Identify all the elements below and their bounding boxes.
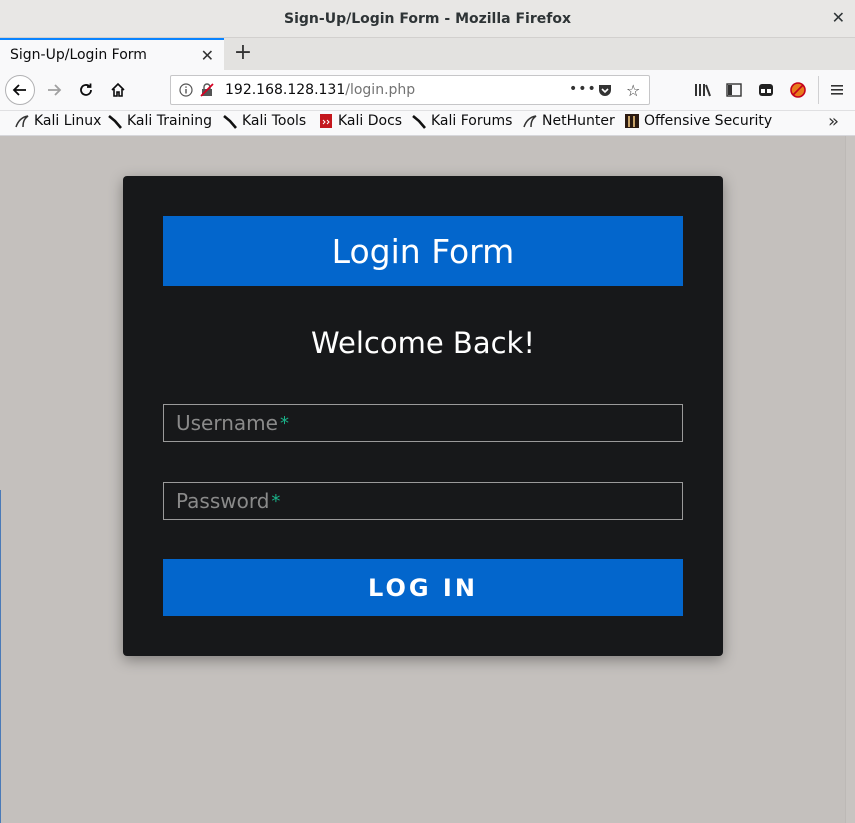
welcome-heading: Welcome Back! xyxy=(311,326,535,360)
reload-button[interactable] xyxy=(71,75,101,105)
bookmark-label: Offensive Security xyxy=(644,113,773,129)
home-icon xyxy=(111,82,125,97)
toolbar-separator xyxy=(818,76,819,104)
back-arrow-icon xyxy=(12,84,26,96)
tab-label: Sign-Up/Login Form xyxy=(10,47,147,63)
library-icon[interactable] xyxy=(693,80,713,100)
forward-arrow-icon xyxy=(48,84,62,96)
pocket-icon[interactable] xyxy=(597,82,613,102)
page-actions-icon[interactable]: ••• xyxy=(569,81,597,97)
new-tab-icon[interactable]: + xyxy=(232,40,254,66)
required-asterisk: * xyxy=(271,490,281,512)
bookmark-offensive-security[interactable]: Offensive Security xyxy=(624,113,772,129)
form-title: Login Form xyxy=(331,231,515,271)
tab-strip: Sign-Up/Login Form ✕ + xyxy=(0,38,855,70)
bookmark-star-icon[interactable]: ☆ xyxy=(626,81,640,100)
bookmark-kali-docs[interactable]: Kali Docs xyxy=(318,113,402,129)
bookmark-label: Kali Tools xyxy=(242,113,307,129)
kali-tool-icon xyxy=(222,113,238,129)
kali-docs-icon xyxy=(318,113,334,129)
required-asterisk: * xyxy=(279,412,289,434)
url-path: /login.php xyxy=(345,82,416,98)
username-input[interactable]: Username * xyxy=(163,404,683,442)
bookmark-label: Kali Training xyxy=(127,113,212,129)
url-host: 192.168.128.131 xyxy=(225,82,346,98)
forward-button[interactable] xyxy=(39,75,69,105)
sidebar-icon[interactable] xyxy=(724,80,744,100)
tab-active[interactable]: Sign-Up/Login Form ✕ xyxy=(0,38,224,70)
navigation-bar: 192.168.128.131/login.php ••• ☆ xyxy=(0,70,855,111)
bookmarks-overflow-icon[interactable]: » xyxy=(828,111,839,132)
home-button[interactable] xyxy=(103,75,133,105)
url-text[interactable]: 192.168.128.131/login.php xyxy=(225,82,415,98)
reload-icon xyxy=(80,83,92,96)
hamburger-menu-icon[interactable] xyxy=(827,80,847,100)
tab-containers-icon[interactable] xyxy=(756,80,776,100)
window-close-icon[interactable]: ✕ xyxy=(832,8,845,27)
offsec-icon xyxy=(624,113,640,129)
password-placeholder: Password xyxy=(176,489,270,513)
bookmark-kali-linux[interactable]: Kali Linux xyxy=(14,113,101,129)
back-button[interactable] xyxy=(5,75,35,105)
bookmark-label: Kali Linux xyxy=(34,113,102,129)
window-title: Sign-Up/Login Form - Mozilla Firefox xyxy=(284,10,571,27)
scrollbar[interactable] xyxy=(845,136,855,823)
url-bar[interactable]: 192.168.128.131/login.php ••• ☆ xyxy=(170,75,650,105)
extension-blocked-icon[interactable] xyxy=(788,80,808,100)
bookmark-kali-training[interactable]: Kali Training xyxy=(107,113,212,129)
insecure-lock-icon[interactable] xyxy=(199,82,217,98)
login-card: Login Form Welcome Back! Username * Passw… xyxy=(123,176,723,656)
bookmark-label: Kali Forums xyxy=(431,113,513,129)
page-edge xyxy=(0,490,1,823)
kali-tool-icon xyxy=(411,113,427,129)
kali-tool-icon xyxy=(107,113,123,129)
bookmark-label: NetHunter xyxy=(542,113,615,129)
bookmark-kali-forums[interactable]: Kali Forums xyxy=(411,113,512,129)
window-titlebar: Sign-Up/Login Form - Mozilla Firefox ✕ xyxy=(0,0,855,38)
login-button[interactable]: LOG IN xyxy=(163,559,683,616)
bookmark-kali-tools[interactable]: Kali Tools xyxy=(222,113,306,129)
bookmark-label: Kali Docs xyxy=(338,113,403,129)
info-icon[interactable] xyxy=(179,83,195,97)
kali-dragon-icon xyxy=(14,113,30,129)
username-placeholder: Username xyxy=(176,411,278,435)
form-header: Login Form xyxy=(163,216,683,286)
password-input[interactable]: Password * xyxy=(163,482,683,520)
tab-close-icon[interactable]: ✕ xyxy=(201,46,214,65)
bookmarks-toolbar: Kali Linux Kali Training Kali Tools Kali… xyxy=(0,111,855,136)
bookmark-nethunter[interactable]: NetHunter xyxy=(522,113,615,129)
kali-dragon-icon xyxy=(522,113,538,129)
